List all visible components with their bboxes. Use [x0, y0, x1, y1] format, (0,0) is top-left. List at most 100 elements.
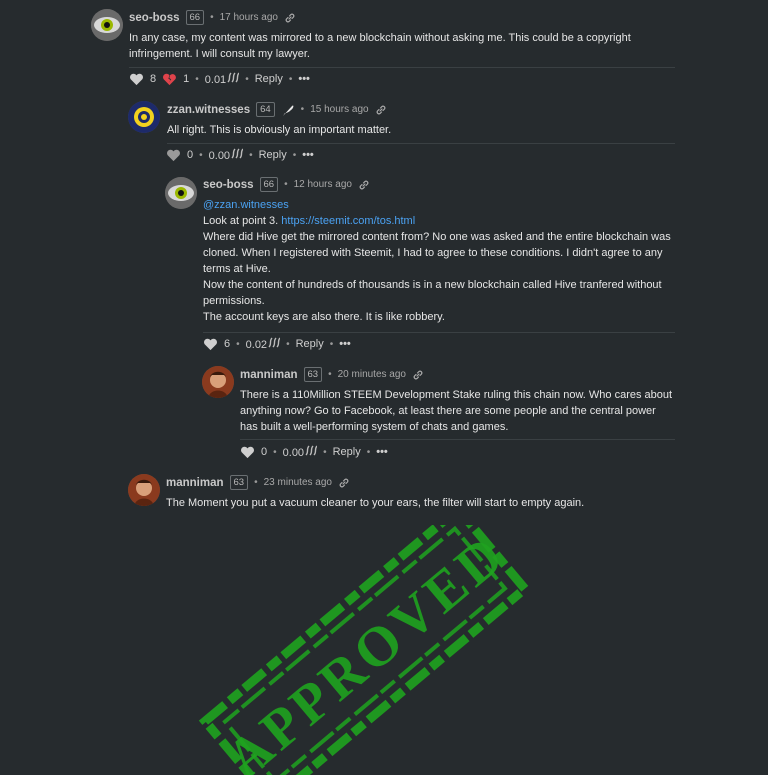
separator: • [323, 446, 327, 458]
payout-amount: 0.00 [282, 447, 305, 459]
reputation-badge: 64 [256, 102, 275, 117]
timestamp[interactable]: 15 hours ago [310, 104, 368, 115]
comment-text: Now the content of hundreds of thousands… [203, 279, 662, 307]
author-name[interactable]: manniman [166, 477, 224, 489]
author-name[interactable]: seo-boss [129, 12, 180, 24]
divider [129, 67, 675, 68]
reply-button[interactable]: Reply [333, 446, 361, 458]
divider [167, 143, 675, 144]
reputation-badge: 66 [185, 10, 205, 25]
comment-footer: 0 • 0.00 • Reply • ••• [166, 148, 314, 168]
reputation-badge: 63 [229, 475, 249, 490]
avatar[interactable] [165, 177, 197, 209]
more-options-button[interactable]: ••• [339, 338, 351, 350]
separator: • [195, 73, 199, 85]
comment-text: There is a 110Million STEEM Development … [240, 389, 673, 433]
upvote-heart-icon[interactable] [203, 338, 218, 351]
author-name[interactable]: seo-boss [203, 179, 254, 191]
comment-text: Where did Hive get the mirrored content … [203, 231, 671, 275]
comment-body: @zzan.witnesses Look at point 3. https:/… [203, 197, 673, 325]
approved-stamp: APPROVED [198, 525, 532, 775]
feather-icon [282, 104, 294, 116]
permalink-icon[interactable] [338, 477, 350, 489]
separator: • [199, 149, 203, 161]
payout-value[interactable]: 0.01 [204, 72, 240, 86]
separator: • [366, 446, 371, 458]
reputation-badge: 63 [303, 367, 323, 382]
separator: • [329, 338, 334, 350]
avatar[interactable] [128, 101, 160, 133]
comment-body: The Moment you put a vacuum cleaner to y… [166, 495, 676, 511]
steem-power-icon [231, 148, 244, 159]
upvote-count[interactable]: 0 [187, 149, 193, 161]
upvote-count[interactable]: 0 [261, 446, 267, 458]
separator: • [245, 73, 249, 85]
reputation-badge: 66 [259, 177, 279, 192]
divider [240, 439, 675, 440]
separator: • [273, 446, 277, 458]
payout-value[interactable]: 0.02 [245, 337, 281, 351]
comment-text: The account keys are also there. It is l… [203, 311, 445, 323]
comment-body: There is a 110Million STEEM Development … [240, 387, 675, 435]
payout-amount: 0.02 [245, 339, 268, 351]
permalink-icon[interactable] [375, 104, 387, 116]
timestamp[interactable]: 12 hours ago [294, 179, 352, 190]
comment-text: The Moment you put a vacuum cleaner to y… [166, 497, 585, 509]
avatar[interactable] [202, 366, 234, 398]
comment-body: All right. This is obviously an importan… [167, 122, 667, 138]
broken-heart-icon[interactable] [162, 73, 177, 86]
timestamp[interactable]: 23 minutes ago [264, 477, 332, 488]
comment-footer: 8 1 • 0.01 • Reply • ••• [129, 72, 310, 92]
author-name[interactable]: zzan.witnesses [167, 104, 250, 116]
separator: • [254, 477, 258, 488]
payout-amount: 0.00 [208, 150, 231, 162]
comment-footer: 0 • 0.00 • Reply • ••• [240, 445, 388, 465]
separator: • [236, 338, 240, 350]
avatar[interactable] [91, 9, 123, 41]
payout-value[interactable]: 0.00 [208, 148, 244, 162]
reply-button[interactable]: Reply [296, 338, 324, 350]
separator: • [286, 338, 290, 350]
more-options-button[interactable]: ••• [302, 149, 314, 161]
timestamp[interactable]: 17 hours ago [220, 12, 278, 23]
timestamp[interactable]: 20 minutes ago [338, 369, 406, 380]
separator: • [292, 149, 297, 161]
upvote-heart-icon[interactable] [166, 149, 181, 162]
avatar[interactable] [128, 474, 160, 506]
permalink-icon[interactable] [358, 179, 370, 191]
comment-footer: 6 • 0.02 • Reply • ••• [203, 337, 351, 357]
payout-amount: 0.01 [204, 74, 227, 86]
separator: • [300, 104, 305, 115]
separator: • [249, 149, 253, 161]
comment-text: Look at point 3. https://steemit.com/tos… [203, 215, 416, 227]
upvote-heart-icon[interactable] [129, 73, 144, 86]
upvote-count[interactable]: 6 [224, 338, 230, 350]
comment-text: All right. This is obviously an importan… [167, 124, 392, 136]
reply-button[interactable]: Reply [255, 73, 283, 85]
downvote-count[interactable]: 1 [183, 73, 189, 85]
manniman-avatar-image [202, 366, 234, 398]
comment-header: manniman 63 • 23 minutes ago [166, 475, 350, 490]
separator: • [210, 12, 214, 23]
mention-link[interactable]: @zzan.witnesses [203, 197, 673, 213]
stamp-text: APPROVED [215, 525, 518, 775]
payout-value[interactable]: 0.00 [282, 445, 318, 459]
more-options-button[interactable]: ••• [298, 73, 310, 85]
comment-header: seo-boss 66 • 17 hours ago [129, 10, 296, 25]
upvote-count[interactable]: 8 [150, 73, 156, 85]
permalink-icon[interactable] [412, 369, 424, 381]
steem-power-icon [268, 337, 281, 348]
divider [203, 332, 675, 333]
permalink-icon[interactable] [284, 12, 296, 24]
comment-header: manniman 63 • 20 minutes ago [240, 367, 424, 382]
tos-link[interactable]: https://steemit.com/tos.html [281, 215, 415, 227]
more-options-button[interactable]: ••• [376, 446, 388, 458]
reply-button[interactable]: Reply [259, 149, 287, 161]
eye-avatar-image [165, 177, 197, 209]
manniman-avatar-image [128, 474, 160, 506]
comment-body: In any case, my content was mirrored to … [129, 30, 639, 62]
author-name[interactable]: manniman [240, 369, 298, 381]
separator: • [328, 369, 332, 380]
eye-avatar-image [91, 9, 123, 41]
upvote-heart-icon[interactable] [240, 446, 255, 459]
